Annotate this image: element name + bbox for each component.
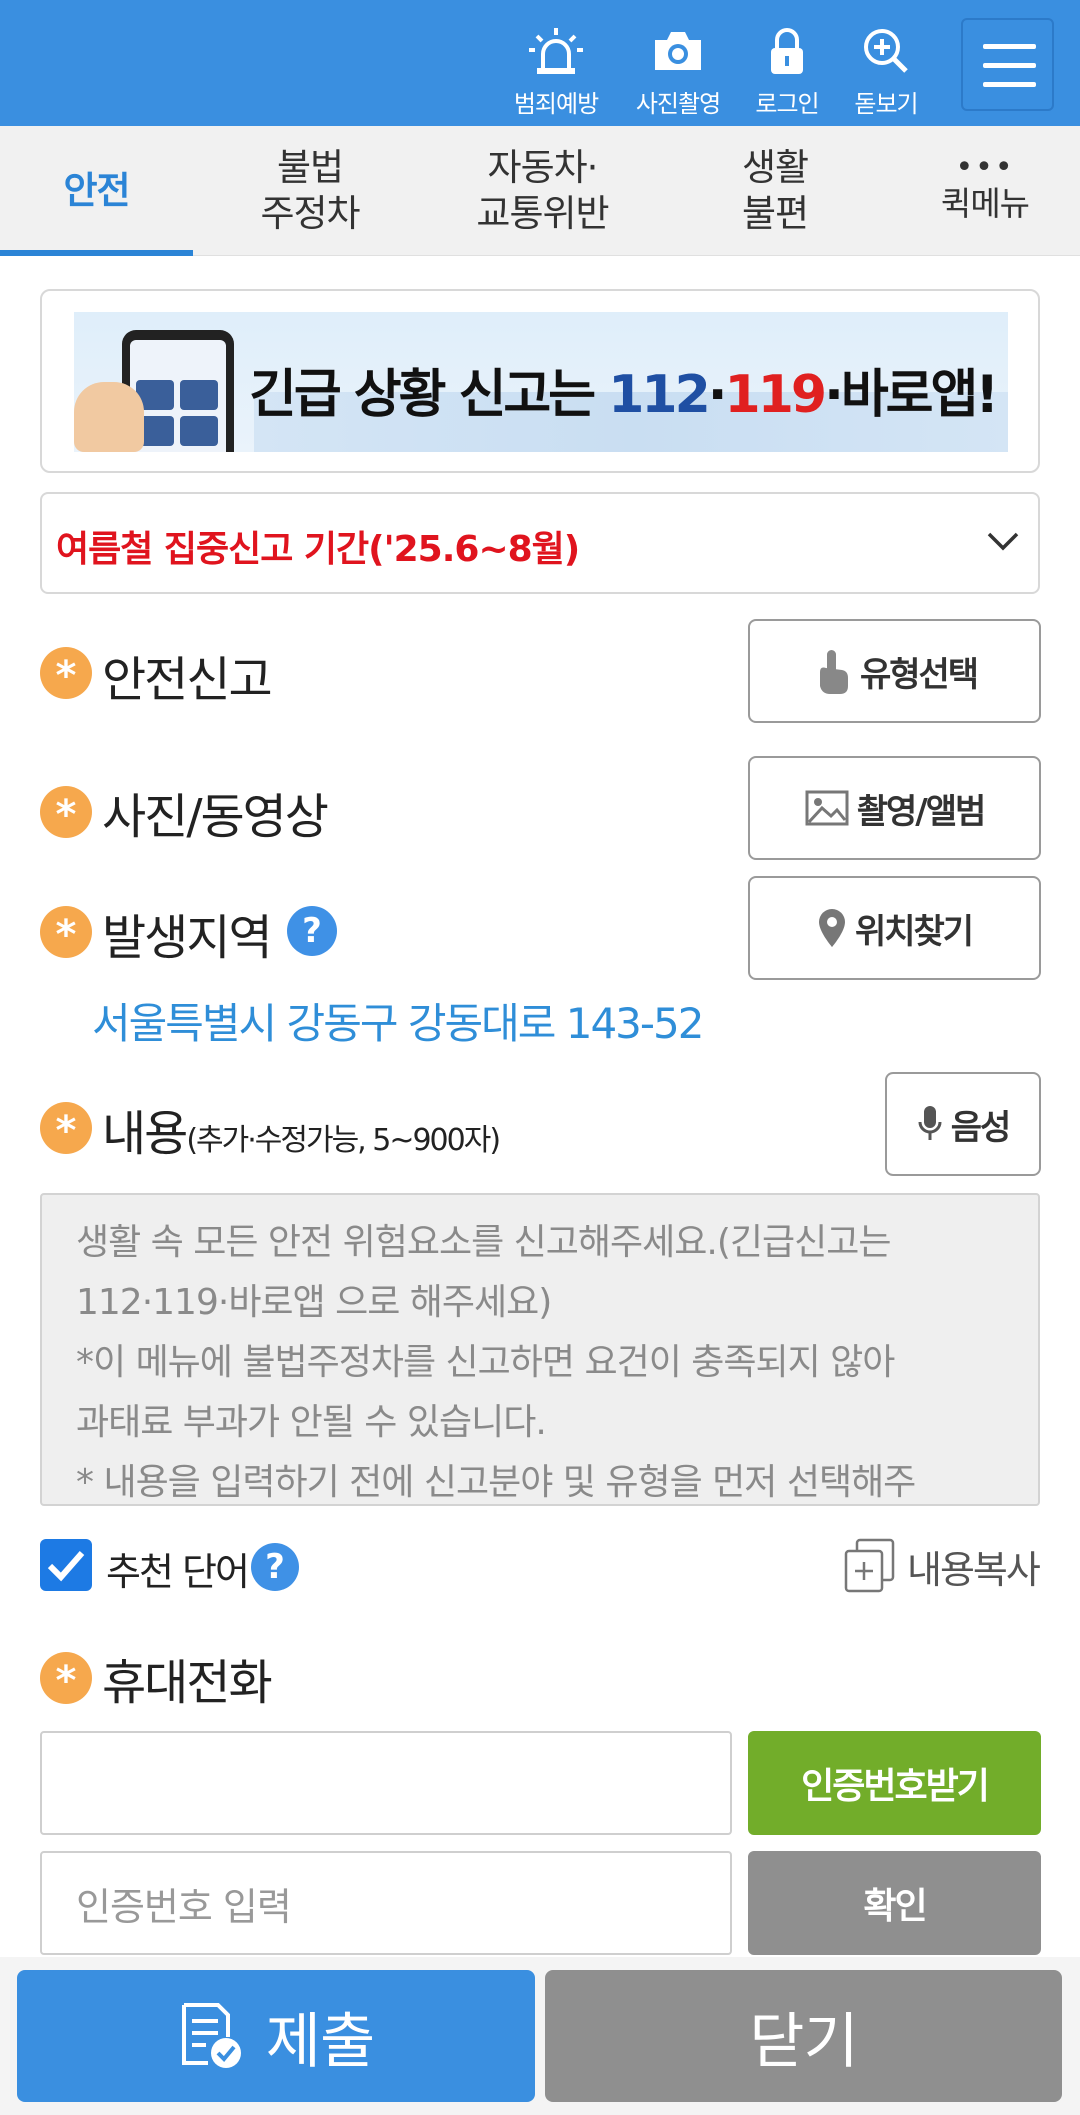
crime-prevention-button[interactable]: 범죄예방	[500, 26, 612, 122]
topbar-item-label: 돋보기	[854, 90, 918, 118]
recommend-words-label: 추천 단어	[106, 1550, 250, 1594]
menu-button[interactable]	[961, 18, 1054, 111]
notice-dropdown[interactable]: 여름철 집중신고 기간('25.6~8월)	[40, 492, 1040, 594]
help-icon[interactable]: ?	[251, 1543, 299, 1591]
topbar-item-label: 사진촬영	[635, 90, 721, 118]
request-code-button[interactable]: 인증번호받기	[748, 1731, 1041, 1835]
hamburger-icon	[983, 44, 1036, 49]
required-icon: *	[40, 1652, 92, 1704]
verification-code-input[interactable]: 인증번호 입력	[40, 1851, 732, 1955]
mobile-phone-label: 휴대전화	[102, 1655, 273, 1711]
find-location-button[interactable]: 위치찾기	[748, 876, 1041, 980]
topbar-item-label: 로그인	[755, 90, 819, 118]
document-check-icon	[181, 2003, 241, 2068]
login-button[interactable]: 로그인	[731, 26, 843, 122]
emergency-banner[interactable]: 긴급 상황 신고는 112·119·바로앱!	[40, 289, 1040, 473]
microphone-icon	[918, 1106, 942, 1140]
photo-video-label: 사진/동영상	[102, 789, 329, 845]
hand-image	[74, 382, 144, 452]
location-label: 발생지역	[102, 910, 273, 966]
active-tab-indicator	[0, 250, 193, 256]
siren-icon	[529, 28, 583, 74]
confirm-code-button[interactable]: 확인	[748, 1851, 1041, 1955]
touch-hand-icon	[819, 650, 848, 694]
take-photo-button[interactable]: 사진촬영	[622, 26, 734, 122]
content-textarea[interactable]: 생활 속 모든 안전 위험요소를 신고해주세요.(긴급신고는 112·119·바…	[40, 1193, 1040, 1506]
required-icon: *	[40, 1102, 92, 1154]
help-icon[interactable]: ?	[287, 906, 337, 956]
zoom-icon	[864, 29, 908, 73]
tab-safety[interactable]: 안전	[0, 126, 193, 256]
recommend-words-checkbox[interactable]	[40, 1539, 92, 1591]
banner-text: 긴급 상황 신고는 112·119·바로앱!	[249, 365, 999, 425]
notice-text: 여름철 집중신고 기간('25.6~8월)	[56, 529, 580, 570]
tab-traffic-violation[interactable]: 자동차· 교통위반	[440, 126, 645, 256]
select-type-button[interactable]: 유형선택	[748, 619, 1041, 723]
voice-input-button[interactable]: 음성	[885, 1072, 1041, 1176]
checkmark-icon	[47, 1551, 85, 1582]
image-icon	[805, 790, 849, 826]
close-button[interactable]: 닫기	[545, 1970, 1062, 2102]
topbar-item-label: 범죄예방	[513, 90, 599, 118]
safety-report-label: 안전신고	[102, 652, 273, 708]
lock-icon	[771, 28, 803, 74]
category-tabs: 안전 불법 주정차 자동차· 교통위반 생활 불편 ••• 퀵메뉴	[0, 126, 1080, 256]
capture-album-button[interactable]: 촬영/앨범	[748, 756, 1041, 860]
chevron-down-icon	[987, 532, 1019, 551]
phone-number-input[interactable]	[40, 1731, 732, 1835]
submit-button[interactable]: 제출	[17, 1970, 535, 2102]
tab-illegal-parking[interactable]: 불법 주정차	[215, 126, 405, 256]
top-header-bar: 범죄예방 사진촬영 로그인 돋보기	[0, 0, 1080, 126]
selected-address: 서울특별시 강동구 강동대로 143-52	[92, 999, 704, 1048]
magnifier-button[interactable]: 돋보기	[830, 26, 942, 122]
required-icon: *	[40, 906, 92, 958]
required-icon: *	[40, 786, 92, 838]
copy-content-button[interactable]: 내용복사	[843, 1536, 1041, 1596]
content-label: 내용(추가·수정가능, 5~900자)	[102, 1106, 501, 1162]
required-icon: *	[40, 647, 92, 699]
tab-life-inconvenience[interactable]: 생활 불편	[680, 126, 870, 256]
map-pin-icon	[818, 909, 845, 947]
more-dots-icon: •••	[955, 150, 1015, 185]
tab-quick-menu[interactable]: ••• 퀵메뉴	[895, 126, 1075, 256]
copy-icon	[844, 1538, 895, 1593]
camera-icon	[655, 32, 701, 70]
